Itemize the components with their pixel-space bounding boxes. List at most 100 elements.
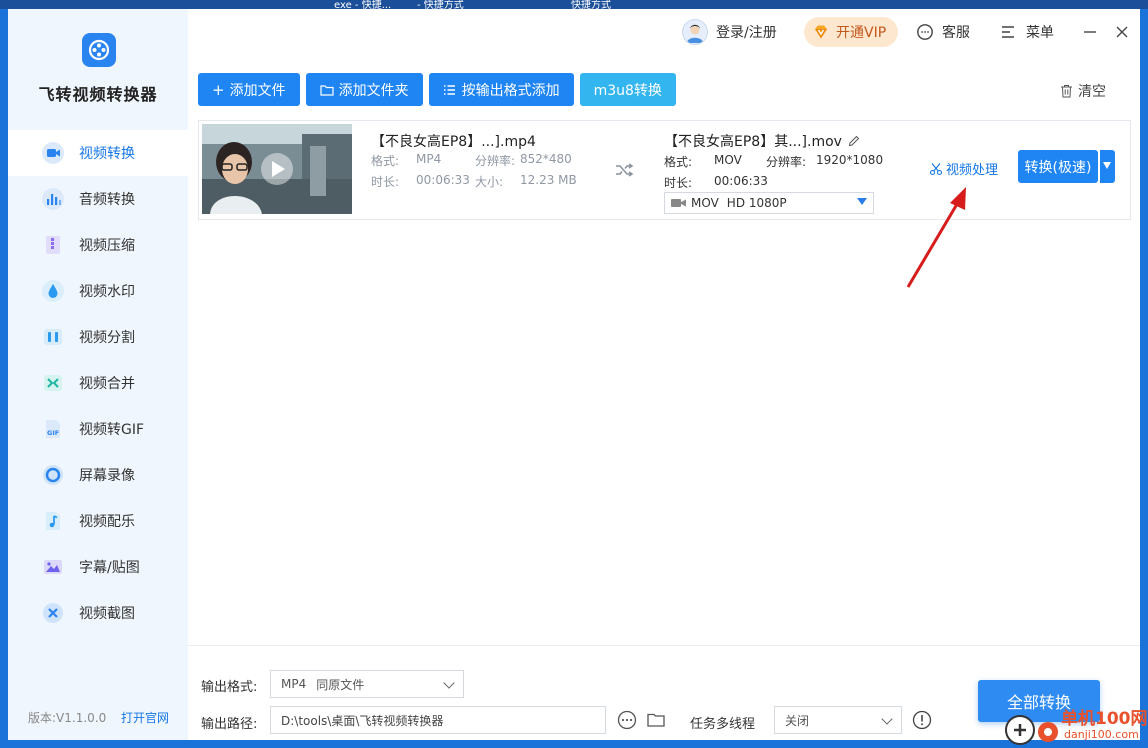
minimize-button[interactable]: [1082, 17, 1098, 47]
add-folder-button[interactable]: 添加文件夹: [305, 73, 423, 106]
menu-label: 菜单: [1026, 25, 1054, 41]
convert-fast-button[interactable]: 转换(极速): [1018, 150, 1098, 183]
video-thumbnail[interactable]: [202, 124, 352, 214]
plus-icon: +: [212, 80, 225, 99]
output-format-label: 输出格式:: [201, 680, 258, 695]
output-format-select[interactable]: MP4 同原文件: [270, 670, 464, 698]
source-file-name: 【不良女高EP8】...].mp4: [371, 134, 536, 150]
list-icon: [443, 84, 455, 95]
sidebar-item-video-convert[interactable]: 视频转换: [8, 130, 188, 176]
open-folder-icon[interactable]: [646, 710, 666, 730]
login-label: 登录/注册: [716, 25, 777, 41]
output-duration-label: 时长:: [664, 176, 693, 190]
source-size-value: 12.23 MB: [520, 173, 577, 187]
annotation-arrow: [906, 187, 966, 288]
audio-convert-icon: [42, 188, 64, 210]
sidebar-item-music[interactable]: 视频配乐: [8, 498, 188, 544]
vip-button[interactable]: 开通VIP: [804, 17, 899, 47]
add-file-label: 添加文件: [229, 82, 286, 99]
sidebar-nav: 视频转换 音频转换 视频压缩 视频水印 视频分割 视频合并 GIF 视频转GIF…: [8, 130, 188, 636]
customer-service-button[interactable]: 客服: [916, 17, 970, 47]
preset-quality: HD 1080P: [726, 196, 787, 210]
gif-icon: GIF: [42, 418, 64, 440]
multithread-value: 关闭: [785, 713, 810, 728]
sidebar-item-merge[interactable]: 视频合并: [8, 360, 188, 406]
toolbar: + 添加文件 添加文件夹 按输出格式添加 m3u8转换: [198, 73, 676, 107]
app-logo-icon: [82, 33, 116, 67]
close-button[interactable]: [1114, 17, 1130, 47]
m3u8-label: m3u8转换: [593, 82, 662, 99]
output-resolution-label: 分辨率:: [766, 155, 807, 169]
sidebar-item-audio-convert[interactable]: 音频转换: [8, 176, 188, 222]
sidebar-item-label: 视频配乐: [79, 514, 135, 530]
source-format-value: MP4: [416, 152, 442, 166]
svg-text:GIF: GIF: [47, 429, 59, 437]
source-size-label: 大小:: [475, 175, 504, 189]
sidebar-item-label: 视频截图: [79, 606, 135, 622]
multithread-label: 任务多线程: [690, 717, 756, 732]
add-by-format-button[interactable]: 按输出格式添加: [428, 73, 574, 106]
login-button[interactable]: 登录/注册: [682, 17, 777, 47]
scissors-icon: [929, 162, 943, 175]
open-website-link[interactable]: 打开官网: [121, 709, 169, 726]
dropdown-caret-icon: [857, 198, 867, 205]
watermark-icon: [42, 280, 64, 302]
desktop-shortcut-label: - 快捷方式: [417, 0, 464, 9]
output-duration-value: 00:06:33: [714, 174, 768, 188]
sidebar-item-screenshot[interactable]: 视频截图: [8, 590, 188, 636]
info-alert-icon[interactable]: [912, 710, 932, 730]
vip-label: 开通VIP: [836, 25, 887, 41]
sidebar-item-label: 音频转换: [79, 192, 135, 208]
minimize-icon: [1084, 31, 1096, 33]
subtitle-icon: [42, 556, 64, 578]
record-icon: [42, 464, 64, 486]
trash-icon: [1061, 85, 1072, 98]
chevron-down-icon: [881, 713, 893, 725]
sidebar-item-gif[interactable]: GIF 视频转GIF: [8, 406, 188, 452]
video-process-link[interactable]: 视频处理: [929, 159, 998, 178]
video-compress-icon: [42, 234, 64, 256]
watermark-logo-icon: [1005, 715, 1058, 745]
more-options-icon[interactable]: [617, 710, 637, 730]
watermark-site-name: 单机100网: [1061, 709, 1148, 729]
menu-button[interactable]: 菜单: [1000, 17, 1054, 47]
output-format-label: 格式:: [664, 155, 693, 169]
output-format-value: MP4: [281, 677, 307, 691]
music-icon: [42, 510, 64, 532]
preset-format: MOV: [691, 196, 719, 210]
sidebar-item-label: 字幕/贴图: [79, 560, 140, 576]
add-file-button[interactable]: + 添加文件: [198, 73, 300, 106]
sidebar-item-video-compress[interactable]: 视频压缩: [8, 222, 188, 268]
site-watermark: 单机100网 danji100.com: [998, 704, 1148, 748]
source-duration-label: 时长:: [371, 175, 400, 189]
source-resolution-label: 分辨率:: [475, 154, 516, 168]
source-resolution-value: 852*480: [520, 152, 572, 166]
sidebar-item-watermark[interactable]: 视频水印: [8, 268, 188, 314]
edit-pencil-icon[interactable]: [848, 135, 860, 147]
vip-diamond-icon: [815, 25, 827, 39]
output-file-name: 【不良女高EP8】其...].mov: [664, 131, 860, 151]
video-convert-icon: [42, 142, 64, 164]
version-label: 版本:V1.1.0.0: [28, 711, 107, 725]
output-path-input[interactable]: D:\tools\桌面\飞转视频转换器: [270, 706, 606, 734]
output-preset-select[interactable]: MOV HD 1080P: [664, 192, 874, 214]
close-icon: [1116, 26, 1128, 38]
watermark-domain: danji100.com: [1064, 728, 1139, 741]
sidebar-item-split[interactable]: 视频分割: [8, 314, 188, 360]
convert-options-dropdown[interactable]: [1100, 150, 1115, 183]
title-bar: 登录/注册 开通VIP 客服 菜单: [188, 9, 1140, 55]
sidebar-item-label: 视频水印: [79, 284, 135, 300]
app-window: 飞转视频转换器 视频转换 音频转换 视频压缩 视频水印 视频分割 视频合并 GI…: [8, 9, 1140, 740]
sidebar-item-label: 屏幕录像: [79, 468, 135, 484]
sidebar-item-label: 视频合并: [79, 376, 135, 392]
sidebar: 飞转视频转换器 视频转换 音频转换 视频压缩 视频水印 视频分割 视频合并 GI…: [8, 9, 188, 740]
sidebar-item-record[interactable]: 屏幕录像: [8, 452, 188, 498]
chevron-down-icon: [443, 677, 455, 689]
clear-button[interactable]: 清空: [1060, 81, 1106, 101]
m3u8-convert-button[interactable]: m3u8转换: [579, 73, 676, 106]
sidebar-item-label: 视频分割: [79, 330, 135, 346]
multithread-select[interactable]: 关闭: [774, 706, 902, 734]
split-icon: [42, 326, 64, 348]
sidebar-item-subtitle[interactable]: 字幕/贴图: [8, 544, 188, 590]
merge-icon: [42, 372, 64, 394]
